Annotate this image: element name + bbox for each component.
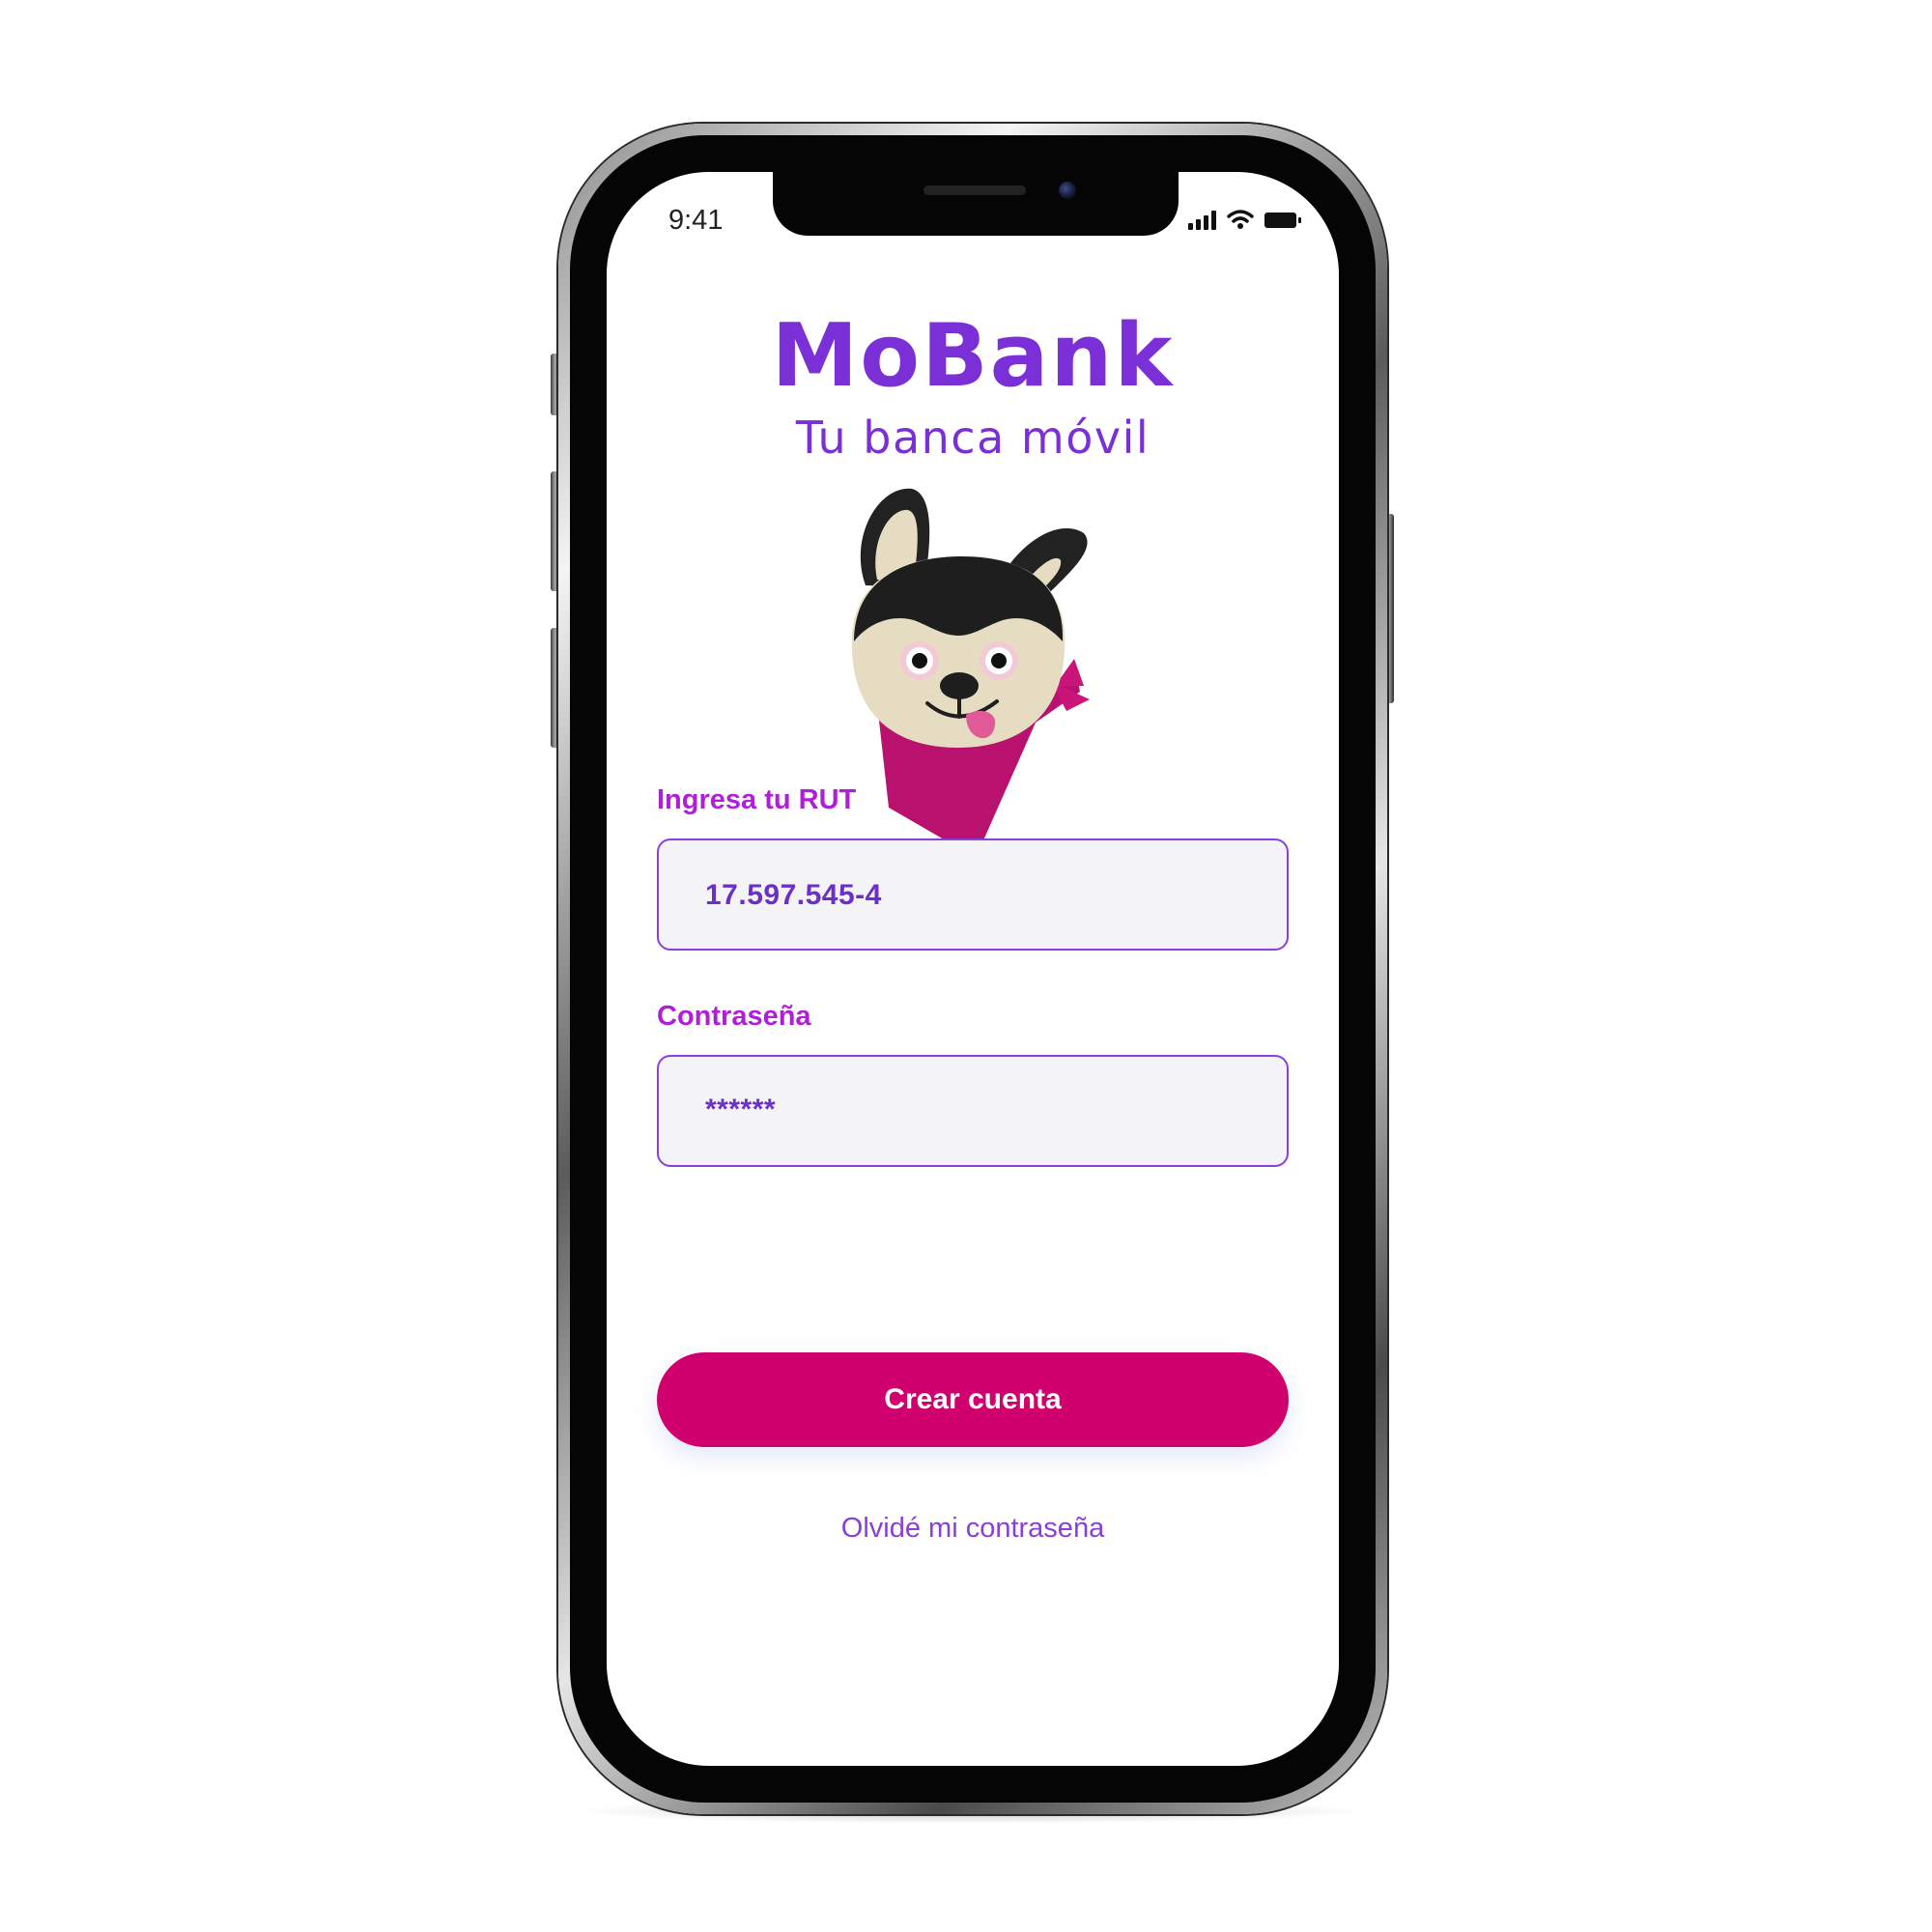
rut-input[interactable]: 17.597.545-4 bbox=[657, 838, 1289, 951]
battery-icon bbox=[1264, 211, 1302, 234]
rut-value: 17.597.545-4 bbox=[705, 879, 882, 911]
mascot-dog-icon bbox=[831, 479, 1121, 866]
speaker-grille bbox=[923, 185, 1026, 195]
front-camera bbox=[1059, 182, 1076, 199]
phone-screen: 9:41 MoBank Tu banca móvil Ingresa tu RU… bbox=[607, 172, 1339, 1766]
rut-label: Ingresa tu RUT bbox=[657, 784, 857, 815]
password-label: Contraseña bbox=[657, 1001, 811, 1032]
signal-icon bbox=[1188, 211, 1217, 234]
notch bbox=[773, 172, 1179, 236]
phone-frame: 9:41 MoBank Tu banca móvil Ingresa tu RU… bbox=[558, 124, 1387, 1814]
phone-bezel: 9:41 MoBank Tu banca móvil Ingresa tu RU… bbox=[570, 135, 1376, 1803]
create-account-button[interactable]: Crear cuenta bbox=[657, 1352, 1289, 1447]
status-time: 9:41 bbox=[668, 205, 724, 236]
app-title: MoBank bbox=[771, 305, 1175, 407]
status-icons bbox=[1188, 209, 1302, 234]
app-subtitle: Tu banca móvil bbox=[795, 412, 1151, 464]
forgot-password-link[interactable]: Olvidé mi contraseña bbox=[607, 1513, 1339, 1545]
password-value: ****** bbox=[705, 1094, 777, 1125]
wifi-icon bbox=[1227, 209, 1254, 234]
password-input[interactable]: ****** bbox=[657, 1055, 1289, 1167]
